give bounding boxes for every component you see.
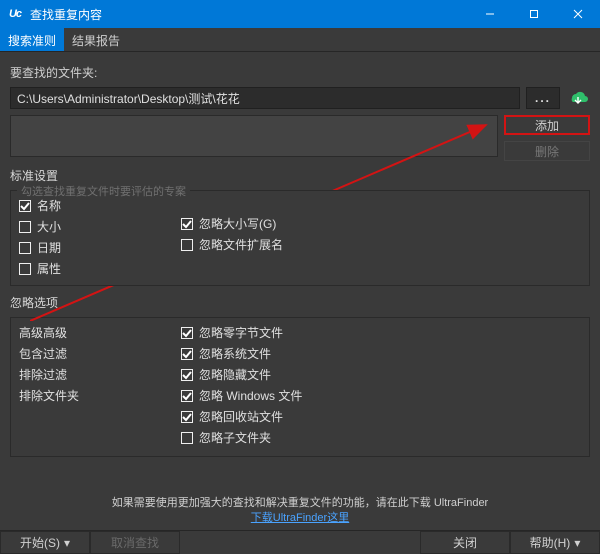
checkbox-忽略 Windows 文件[interactable]: 忽略 Windows 文件 bbox=[181, 387, 331, 404]
checkbox-icon bbox=[181, 411, 193, 423]
skip-left-高级高级[interactable]: 高级高级 bbox=[19, 324, 169, 341]
checkbox-忽略零字节文件[interactable]: 忽略零字节文件 bbox=[181, 324, 331, 341]
checkbox-日期[interactable]: 日期 bbox=[19, 239, 169, 256]
checkbox-icon bbox=[19, 200, 31, 212]
browse-button[interactable]: ... bbox=[526, 87, 560, 109]
standard-groupbox: 勾选查找重复文件时要评估的专案 名称大小日期属性 忽略大小写(G)忽略文件扩展名 bbox=[10, 190, 590, 286]
tabbar: 搜索准则 结果报告 bbox=[0, 28, 600, 52]
standard-group-title: 勾选查找重复文件时要评估的专案 bbox=[17, 183, 190, 199]
promo-link[interactable]: 下载UltraFinder这里 bbox=[251, 512, 349, 524]
minimize-button[interactable] bbox=[468, 0, 512, 28]
checkbox-忽略大小写(G)[interactable]: 忽略大小写(G) bbox=[181, 215, 331, 232]
help-button[interactable]: 帮助(H)▾ bbox=[510, 531, 600, 554]
checkbox-忽略隐藏文件[interactable]: 忽略隐藏文件 bbox=[181, 366, 331, 383]
checkbox-忽略文件扩展名[interactable]: 忽略文件扩展名 bbox=[181, 236, 331, 253]
skip-section-label: 忽略选项 bbox=[10, 294, 590, 311]
checkbox-大小[interactable]: 大小 bbox=[19, 218, 169, 235]
folder-path-input[interactable] bbox=[10, 87, 520, 109]
checkbox-忽略回收站文件[interactable]: 忽略回收站文件 bbox=[181, 408, 331, 425]
checkbox-icon bbox=[181, 432, 193, 444]
maximize-button[interactable] bbox=[512, 0, 556, 28]
skip-left-排除过滤[interactable]: 排除过滤 bbox=[19, 366, 169, 383]
checkbox-icon bbox=[181, 327, 193, 339]
titlebar: Uc 查找重复内容 bbox=[0, 0, 600, 28]
checkbox-icon bbox=[19, 221, 31, 233]
checkbox-名称[interactable]: 名称 bbox=[19, 197, 169, 214]
checkbox-icon bbox=[181, 348, 193, 360]
standard-section-label: 标准设置 bbox=[10, 167, 590, 184]
checkbox-忽略子文件夹[interactable]: 忽略子文件夹 bbox=[181, 429, 331, 446]
skip-left-排除文件夹[interactable]: 排除文件夹 bbox=[19, 387, 169, 404]
footer: 开始(S)▾ 取消查找 关闭 帮助(H)▾ bbox=[0, 530, 600, 554]
tab-search-criteria[interactable]: 搜索准则 bbox=[0, 28, 64, 51]
checkbox-属性[interactable]: 属性 bbox=[19, 260, 169, 277]
tab-results[interactable]: 结果报告 bbox=[64, 28, 128, 51]
app-logo: Uc bbox=[0, 8, 30, 20]
window-title: 查找重复内容 bbox=[30, 6, 468, 23]
folder-list[interactable] bbox=[10, 115, 498, 157]
cancel-search-button[interactable]: 取消查找 bbox=[90, 531, 180, 554]
checkbox-icon bbox=[19, 263, 31, 275]
close-footer-button[interactable]: 关闭 bbox=[420, 531, 510, 554]
start-button[interactable]: 开始(S)▾ bbox=[0, 531, 90, 554]
checkbox-忽略系统文件[interactable]: 忽略系统文件 bbox=[181, 345, 331, 362]
checkbox-icon bbox=[181, 369, 193, 381]
skip-groupbox: 高级高级包含过滤排除过滤排除文件夹 忽略零字节文件忽略系统文件忽略隐藏文件忽略 … bbox=[10, 317, 590, 457]
checkbox-icon bbox=[181, 218, 193, 230]
skip-left-包含过滤[interactable]: 包含过滤 bbox=[19, 345, 169, 362]
add-button[interactable]: 添加 bbox=[504, 115, 590, 135]
close-button[interactable] bbox=[556, 0, 600, 28]
checkbox-icon bbox=[181, 390, 193, 402]
promo-text: 如果需要使用更加强大的查找和解决重复文件的功能，请在此下载 UltraFinde… bbox=[10, 496, 590, 530]
cloud-download-icon[interactable] bbox=[566, 87, 590, 109]
checkbox-icon bbox=[19, 242, 31, 254]
checkbox-icon bbox=[181, 239, 193, 251]
folder-label: 要查找的文件夹: bbox=[10, 64, 590, 81]
remove-button[interactable]: 删除 bbox=[504, 141, 590, 161]
